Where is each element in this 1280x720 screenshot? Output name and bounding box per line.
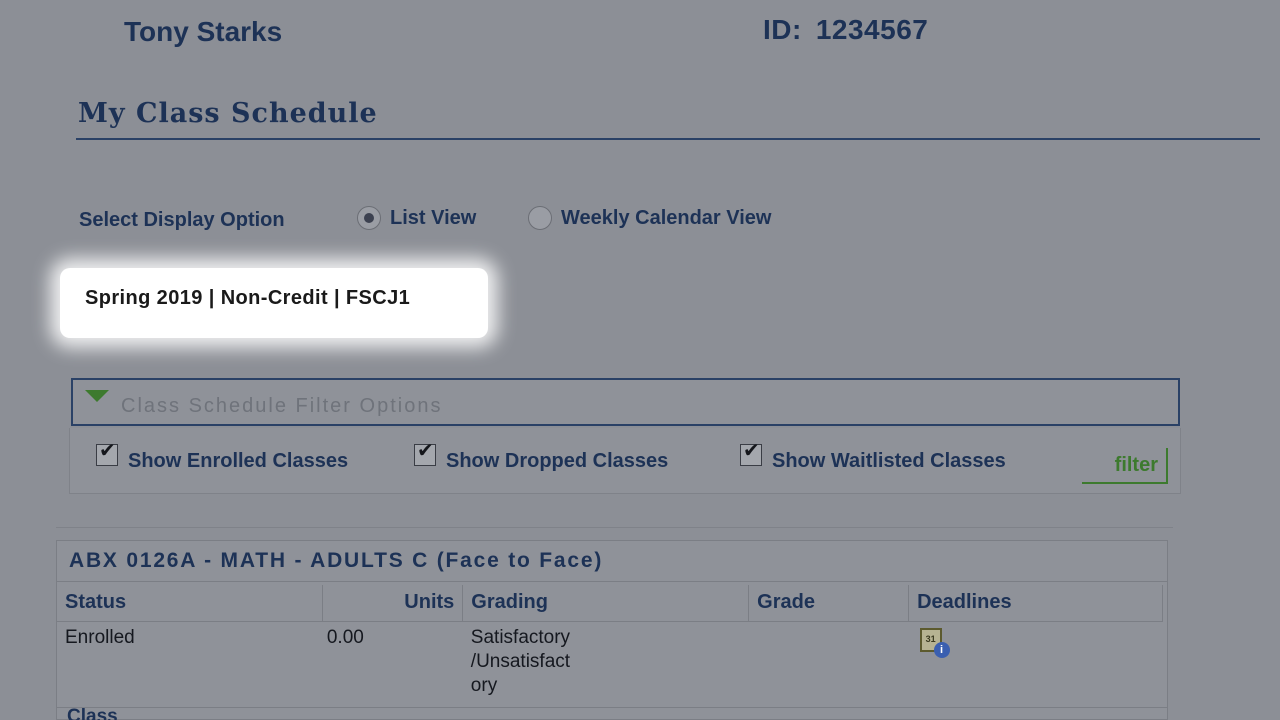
column-header-units: Units [322,585,464,622]
checkmark-icon: ✔ [417,438,434,462]
show-waitlisted-label[interactable]: Show Waitlisted Classes [772,450,1006,473]
class-title: ABX 0126A - MATH - ADULTS C (Face to Fac… [69,549,604,572]
class-column-header: Class [67,706,118,720]
class-title-divider [57,581,1167,582]
class-details-table: Status Units Grading Grade Deadlines Enr… [57,585,1163,702]
column-header-deadlines: Deadlines [908,585,1163,622]
show-enrolled-option[interactable]: ✔ Show Enrolled Classes [96,440,348,473]
student-id-value: 1234567 [815,14,929,45]
calendar-info-icon[interactable]: 31 i [919,627,950,658]
filter-options-panel: ✔ Show Enrolled Classes ✔ Show Dropped C… [69,428,1181,494]
page-title: My Class Schedule [78,98,378,129]
class-section: ABX 0126A - MATH - ADULTS C (Face to Fac… [56,540,1168,720]
filter-button[interactable]: filter [1082,448,1168,484]
filter-options-title[interactable]: Class Schedule Filter Options [121,395,442,418]
show-dropped-label[interactable]: Show Dropped Classes [446,450,668,473]
weekly-calendar-view-option[interactable]: Weekly Calendar View [528,206,771,230]
show-dropped-checkbox[interactable]: ✔ [414,440,436,466]
table-header-row: Status Units Grading Grade Deadlines [57,585,1163,622]
info-icon: i [933,641,950,658]
show-dropped-option[interactable]: ✔ Show Dropped Classes [414,440,668,473]
weekly-calendar-view-label[interactable]: Weekly Calendar View [561,207,771,230]
student-id: ID: 1234567 [763,14,928,46]
filter-options-header[interactable]: Class Schedule Filter Options [71,378,1180,426]
show-waitlisted-checkbox[interactable]: ✔ [740,440,762,466]
table-row: Enrolled 0.00 Satisfactory /Unsatisfact … [57,621,1163,702]
list-view-label[interactable]: List View [390,207,476,230]
show-waitlisted-option[interactable]: ✔ Show Waitlisted Classes [740,440,1006,473]
grading-cell: Satisfactory /Unsatisfact ory [470,626,571,696]
list-view-radio[interactable] [357,206,381,230]
title-divider [76,138,1260,140]
display-option-label: Select Display Option [79,209,285,231]
next-table-divider [57,707,1167,720]
show-enrolled-label[interactable]: Show Enrolled Classes [128,450,348,473]
column-header-status: Status [57,585,324,622]
triangle-down-icon[interactable] [85,390,109,402]
show-enrolled-checkbox[interactable]: ✔ [96,440,118,466]
checkmark-icon: ✔ [743,438,760,462]
list-view-option[interactable]: List View [357,206,476,230]
term-label: Spring 2019 | Non-Credit | FSCJ1 [85,287,411,309]
column-header-grading: Grading [462,585,750,622]
student-id-label: ID: [763,14,802,45]
section-divider [56,527,1173,528]
checkmark-icon: ✔ [99,438,116,462]
grade-cell [749,621,909,702]
column-header-grade: Grade [748,585,910,622]
deadlines-cell: 31 i [909,621,1163,702]
weekly-calendar-view-radio[interactable] [528,206,552,230]
units-cell: 0.00 [326,626,364,648]
student-name: Tony Starks [124,16,283,47]
status-cell: Enrolled [65,626,135,648]
